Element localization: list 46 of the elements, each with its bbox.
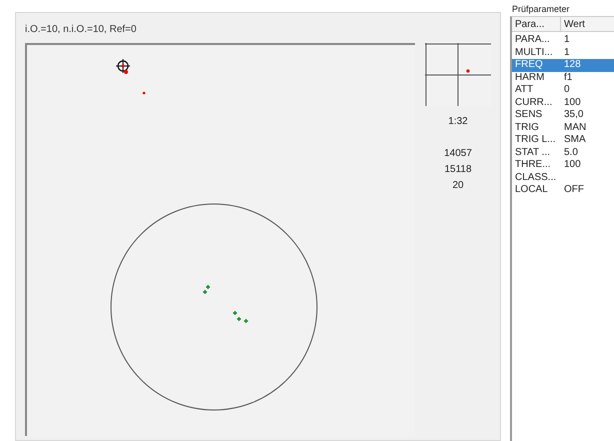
count-value: 20 <box>452 179 464 193</box>
param-value: 5.0 <box>563 146 578 159</box>
count-value: 15118 <box>444 163 472 177</box>
param-name: CLASS... <box>514 172 558 184</box>
param-name: SENS <box>514 109 544 122</box>
column-header[interactable]: Wert <box>561 17 614 31</box>
param-value: 1 <box>563 34 570 46</box>
param-name: FREQ <box>514 59 544 72</box>
param-row[interactable]: CURR... 100 <box>512 96 614 109</box>
param-row[interactable]: CLASS... <box>512 172 614 184</box>
param-name: TRIG L... <box>514 134 557 146</box>
param-row[interactable]: FREQ 128 <box>512 59 614 72</box>
param-name: MULTI... <box>514 46 554 59</box>
param-name: HARM <box>514 72 546 84</box>
param-value: 100 <box>563 159 581 172</box>
param-name: ATT <box>514 84 534 96</box>
param-row[interactable]: SENS 35,0 <box>512 109 614 122</box>
param-name: STAT ... <box>514 146 552 159</box>
param-value: OFF <box>563 184 584 196</box>
param-row[interactable]: TRIG MAN <box>512 122 614 134</box>
param-value: 100 <box>563 96 581 109</box>
param-value: 0 <box>563 84 570 96</box>
column-header[interactable]: Para... <box>512 17 561 31</box>
param-name: PARA... <box>514 34 551 46</box>
param-value: 128 <box>563 59 581 72</box>
time-label: 1:32 <box>448 115 468 129</box>
param-row[interactable]: MULTI... 1 <box>512 46 614 59</box>
param-value: 35,0 <box>563 109 584 122</box>
param-value: 1 <box>563 46 570 59</box>
param-name: LOCAL <box>514 184 549 196</box>
param-name: THRE... <box>514 159 552 172</box>
param-row[interactable]: LOCAL OFF <box>512 184 614 196</box>
param-row[interactable]: PARA... 1 <box>512 34 614 46</box>
param-row[interactable]: HARM f1 <box>512 72 614 84</box>
param-row[interactable]: TRIG L... SMA <box>512 134 614 146</box>
param-row[interactable]: STAT ... 5.0 <box>512 146 614 159</box>
count-value: 14057 <box>444 147 472 161</box>
param-value: SMA <box>563 134 586 146</box>
param-name: CURR... <box>514 96 554 109</box>
plot-summary: i.O.=10, n.i.O.=10, Ref=0 <box>25 23 138 37</box>
param-value: f1 <box>563 72 572 84</box>
param-row[interactable]: THRE... 100 <box>512 159 614 172</box>
param-row[interactable]: ATT 0 <box>512 84 614 96</box>
param-value: MAN <box>563 122 586 134</box>
group-title: Prüfparameter <box>512 4 571 14</box>
param-name: TRIG <box>514 122 540 134</box>
